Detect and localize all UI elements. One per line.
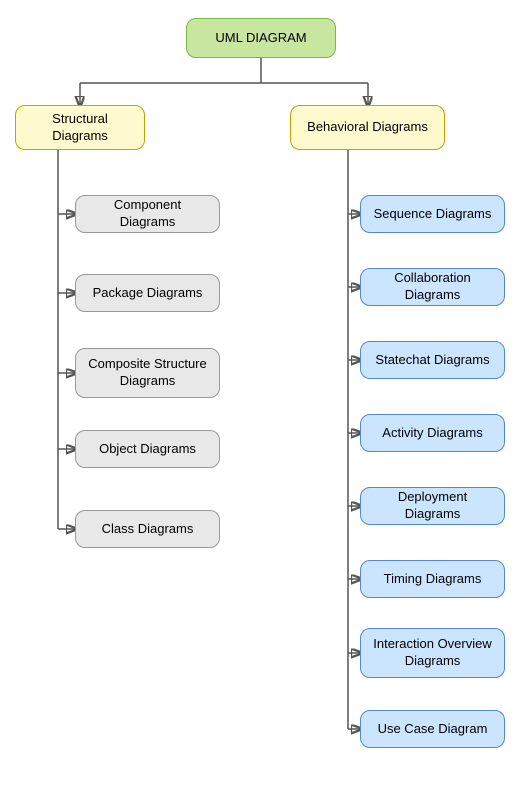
root-node: UML DIAGRAM <box>186 18 336 58</box>
package-diagrams-node: Package Diagrams <box>75 274 220 312</box>
object-diagrams-node: Object Diagrams <box>75 430 220 468</box>
class-diagrams-node: Class Diagrams <box>75 510 220 548</box>
use-case-diagram-node: Use Case Diagram <box>360 710 505 748</box>
behavioral-node: Behavioral Diagrams <box>290 105 445 150</box>
sequence-diagrams-node: Sequence Diagrams <box>360 195 505 233</box>
component-diagrams-node: Component Diagrams <box>75 195 220 233</box>
interaction-overview-diagrams-node: Interaction OverviewDiagrams <box>360 628 505 678</box>
collaboration-diagrams-node: Collaboration Diagrams <box>360 268 505 306</box>
deployment-diagrams-node: Deployment Diagrams <box>360 487 505 525</box>
activity-diagrams-node: Activity Diagrams <box>360 414 505 452</box>
diagram-container: UML DIAGRAM Structural Diagrams Behavior… <box>0 0 521 801</box>
statechart-diagrams-node: Statechat Diagrams <box>360 341 505 379</box>
structural-node: Structural Diagrams <box>15 105 145 150</box>
timing-diagrams-node: Timing Diagrams <box>360 560 505 598</box>
composite-structure-diagrams-node: Composite StructureDiagrams <box>75 348 220 398</box>
